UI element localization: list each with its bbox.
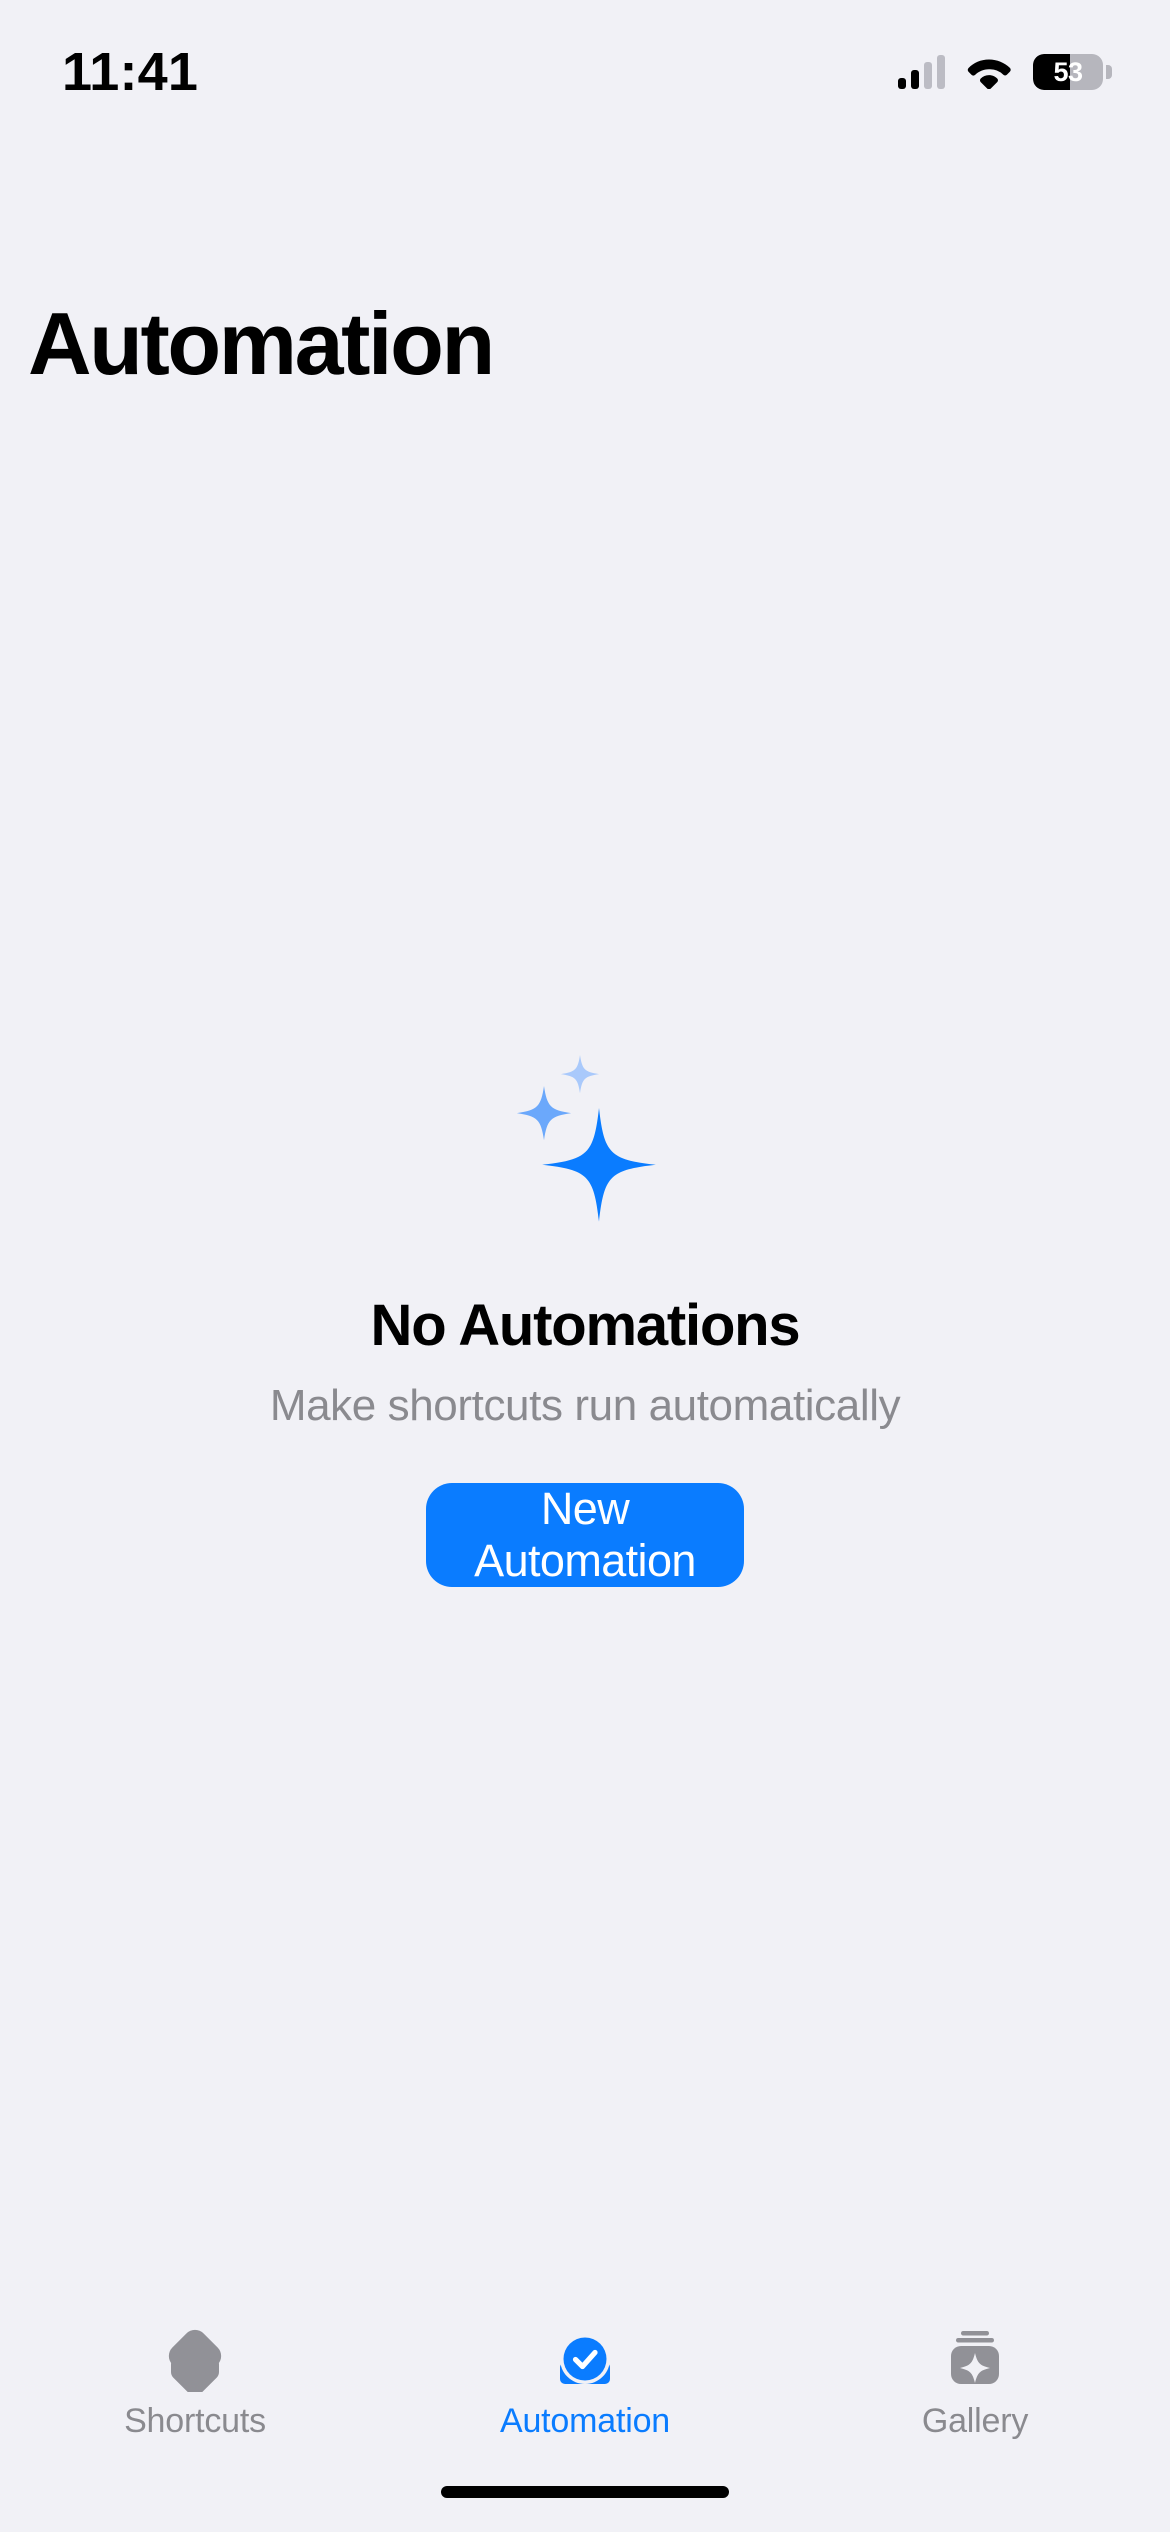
shortcuts-stack-icon bbox=[168, 2329, 222, 2392]
battery-cap-icon bbox=[1106, 65, 1112, 79]
tab-gallery[interactable]: Gallery bbox=[780, 2326, 1170, 2441]
empty-state-subtitle: Make shortcuts run automatically bbox=[269, 1381, 901, 1430]
automation-check-icon bbox=[560, 2334, 610, 2384]
shortcuts-app-screen: 11:41 53 Automation No Automations Make … bbox=[0, 0, 1170, 2532]
new-automation-button[interactable]: New Automation bbox=[426, 1483, 744, 1587]
status-bar-indicators: 53 bbox=[898, 40, 1112, 90]
tab-shortcuts-label: Shortcuts bbox=[124, 2402, 266, 2440]
battery-icon: 53 bbox=[1033, 54, 1103, 90]
empty-state-title: No Automations bbox=[370, 1293, 801, 1358]
tab-automation-label: Automation bbox=[500, 2402, 670, 2440]
cellular-signal-icon bbox=[898, 55, 945, 89]
empty-state: No Automations Make shortcuts run automa… bbox=[0, 1020, 1170, 1587]
tab-gallery-label: Gallery bbox=[921, 2402, 1029, 2440]
gallery-sparkle-icon bbox=[951, 2331, 999, 2384]
battery-indicator: 53 bbox=[1033, 54, 1112, 90]
sparkles-icon bbox=[516, 1055, 656, 1222]
battery-percent-label: 53 bbox=[1053, 56, 1083, 87]
tab-automation[interactable]: Automation bbox=[390, 2326, 780, 2441]
page-title: Automation bbox=[28, 294, 495, 393]
status-bar: 11:41 53 bbox=[0, 0, 1170, 130]
home-indicator bbox=[441, 2486, 729, 2498]
wifi-icon bbox=[967, 59, 1011, 89]
tab-shortcuts[interactable]: Shortcuts bbox=[0, 2326, 390, 2441]
status-bar-clock: 11:41 bbox=[62, 42, 199, 102]
